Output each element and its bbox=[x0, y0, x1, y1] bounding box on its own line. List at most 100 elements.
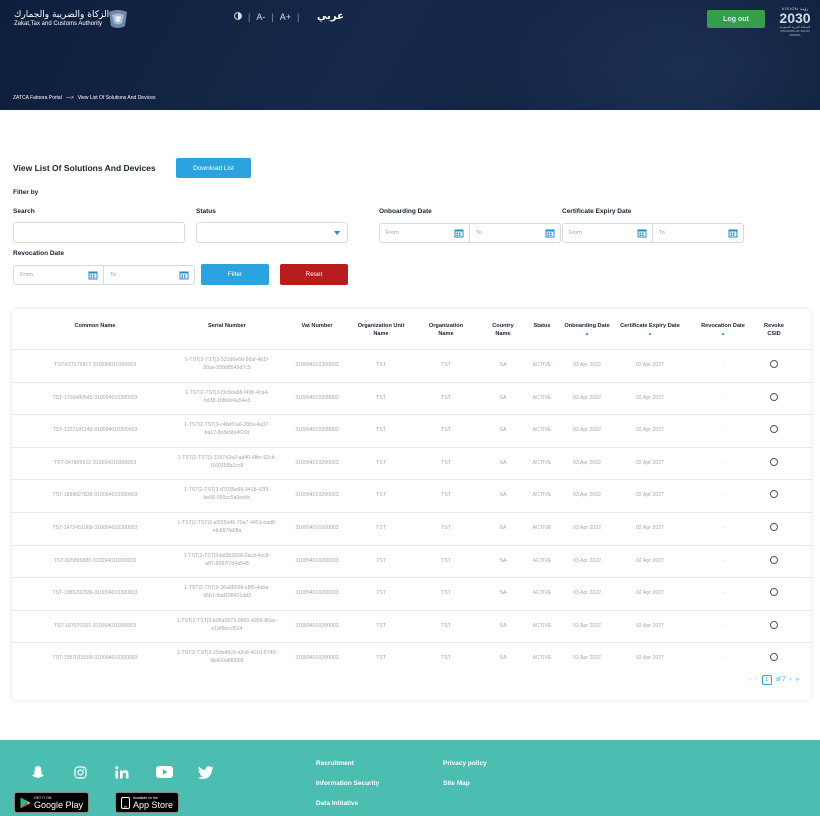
cell-onboarding-date: 03 Apr 2022 bbox=[573, 427, 601, 434]
sort-up-icon[interactable]: ▲ bbox=[585, 331, 590, 337]
calendar-icon[interactable] bbox=[637, 228, 647, 238]
serial-line-1: 1-TST|2-TST|3-c4bdf7a6-288a-4a37- bbox=[184, 422, 270, 429]
instagram-icon[interactable] bbox=[70, 764, 90, 780]
calendar-icon[interactable] bbox=[728, 228, 738, 238]
cell-country: SA bbox=[499, 459, 507, 466]
serial-line-1: 1-TST|2-TST|3-bd3b3668-2acd-4cc8- bbox=[183, 552, 271, 559]
status-select[interactable] bbox=[196, 222, 348, 243]
revoke-csid-radio[interactable] bbox=[770, 360, 778, 368]
cell-common-name: TST-577676817-310094010300003 bbox=[53, 362, 137, 368]
cell-vat-number: 310094010200003 bbox=[295, 492, 339, 499]
revoke-csid-radio[interactable] bbox=[770, 588, 778, 597]
snapchat-icon[interactable] bbox=[28, 764, 48, 780]
footer-link-information-security[interactable]: Information Security bbox=[316, 780, 379, 787]
header-expiry-date[interactable]: Certificate Expiry Date ▲ bbox=[620, 322, 680, 338]
cell-common-name: TST-1385292336-310094010300003 bbox=[52, 590, 138, 597]
cell-expiry-date: 02 Apr 2027 bbox=[636, 459, 664, 466]
zatca-logo-icon[interactable] bbox=[107, 8, 129, 30]
serial-line-2: db420a8f8088 bbox=[210, 658, 244, 665]
header-vat-number[interactable]: Vat Number bbox=[287, 322, 347, 330]
header-serial-number[interactable]: Serial Number bbox=[172, 322, 282, 330]
cell-vat-number: 310094010200003 bbox=[295, 362, 339, 368]
cell-common-name: TST-1472451068-310094010300003 bbox=[52, 525, 138, 531]
sort-up-icon[interactable]: ▲ bbox=[648, 331, 653, 337]
header-revoke-csid[interactable]: Revoke CSID bbox=[757, 322, 791, 338]
header-revocation-date[interactable]: Revocation Date ▲ bbox=[693, 322, 753, 338]
filter-button[interactable]: Filter bbox=[201, 264, 269, 285]
cell-status: ACTIVE bbox=[532, 492, 552, 499]
first-page-button[interactable]: ‹ bbox=[750, 677, 752, 683]
cell-vat-number: 310094010200003 bbox=[295, 459, 339, 466]
header-common-name[interactable]: Common Name bbox=[50, 322, 140, 330]
footer-link-data-initiative[interactable]: Data Initiative bbox=[316, 800, 358, 807]
header-onboarding-date[interactable]: Onboarding Date ▲ bbox=[557, 322, 617, 338]
calendar-icon[interactable] bbox=[454, 228, 464, 238]
sort-up-icon[interactable]: ▲ bbox=[721, 331, 726, 337]
calendar-icon[interactable] bbox=[545, 228, 555, 238]
cell-onboarding-date: 03 Apr 2022 bbox=[573, 362, 601, 368]
breadcrumb-root-link[interactable]: ZATCA Fatoora Portal bbox=[13, 95, 62, 101]
revoke-csid-radio[interactable] bbox=[770, 620, 778, 629]
current-page[interactable]: 1 bbox=[761, 675, 772, 685]
revoke-csid-radio[interactable] bbox=[770, 653, 778, 662]
app-store-big: App Store bbox=[133, 799, 174, 810]
breadcrumb-current: View List Of Solutions And Devices bbox=[77, 95, 156, 101]
calendar-icon[interactable] bbox=[179, 270, 189, 280]
revoke-csid-radio[interactable] bbox=[770, 523, 778, 531]
search-input[interactable] bbox=[13, 222, 185, 243]
header-org-unit[interactable]: Organization Unit Name bbox=[350, 322, 412, 338]
download-list-button[interactable]: Download List bbox=[176, 158, 251, 178]
revoke-csid-radio[interactable] bbox=[770, 555, 778, 564]
prev-page-button[interactable]: ‹ bbox=[756, 677, 758, 683]
onboarding-from-input[interactable]: From bbox=[379, 223, 470, 243]
org-name-english: Zakat,Tax and Customs Authority bbox=[14, 21, 103, 27]
revoke-csid-radio[interactable] bbox=[770, 490, 778, 499]
onboarding-to-input[interactable]: To bbox=[470, 223, 561, 243]
cell-org-name: TST bbox=[441, 459, 451, 466]
contrast-icon[interactable] bbox=[234, 12, 242, 22]
cell-org-unit: TST bbox=[376, 362, 386, 368]
cell-expiry-date: 02 Apr 2027 bbox=[636, 394, 664, 401]
app-store-badge[interactable]: Available on the App Store bbox=[115, 792, 180, 813]
expiry-from-input[interactable]: From bbox=[562, 223, 653, 243]
table-row: TST-1472451068-310094010300003 1-TST|2-TS… bbox=[12, 512, 811, 545]
next-page-button[interactable]: › bbox=[790, 677, 792, 683]
revocation-from-input[interactable]: From bbox=[13, 265, 104, 285]
cell-common-name: TST-505865880-310094010300003 bbox=[53, 557, 137, 564]
cell-org-name: TST bbox=[441, 492, 451, 499]
font-increase-button[interactable]: A+ bbox=[280, 12, 291, 22]
header-country[interactable]: Country Name bbox=[485, 322, 521, 338]
expiry-to-input[interactable]: To bbox=[653, 223, 744, 243]
last-page-button[interactable]: » bbox=[796, 677, 799, 683]
table-row: TST-505865880-310094010300003 1-TST|2-TST… bbox=[12, 544, 811, 578]
revocation-to-input[interactable]: To bbox=[104, 265, 195, 285]
header-status[interactable]: Status bbox=[529, 322, 555, 330]
cell-common-name: TST-1899627838-310094010300003 bbox=[52, 492, 138, 499]
logout-button[interactable]: Log out bbox=[707, 10, 765, 28]
calendar-icon[interactable] bbox=[88, 270, 98, 280]
cell-org-name: TST bbox=[441, 394, 451, 401]
cell-country: SA bbox=[499, 427, 507, 434]
cell-vat-number: 310094010200003 bbox=[295, 394, 339, 401]
footer-link-privacy-policy[interactable]: Privacy policy bbox=[443, 760, 487, 767]
cell-expiry-date: 02 Apr 2027 bbox=[636, 427, 664, 434]
revoke-csid-radio[interactable] bbox=[770, 425, 778, 434]
twitter-icon[interactable] bbox=[196, 764, 216, 780]
footer-link-recruitment[interactable]: Recruitment bbox=[316, 760, 354, 767]
footer-link-site-map[interactable]: Site Map bbox=[443, 780, 470, 787]
expiry-date-label: Certificate Expiry Date bbox=[562, 208, 632, 215]
google-play-badge[interactable]: GET IT ON Google Play bbox=[14, 792, 90, 813]
cell-status: ACTIVE bbox=[532, 557, 552, 564]
revoke-csid-radio[interactable] bbox=[770, 457, 778, 466]
font-decrease-button[interactable]: A- bbox=[256, 12, 265, 22]
revoke-csid-radio[interactable] bbox=[770, 392, 778, 401]
cell-onboarding-date: 03 Apr 2022 bbox=[573, 525, 601, 531]
cell-serial-number: 1-TST|2-TST|3-b06a9673-08d3-4958-86ac-e1… bbox=[162, 617, 292, 633]
language-toggle[interactable]: عربي bbox=[317, 11, 344, 22]
reset-button[interactable]: Reset bbox=[280, 264, 348, 285]
linkedin-icon[interactable] bbox=[112, 764, 132, 780]
from-placeholder: From bbox=[386, 230, 399, 236]
youtube-icon[interactable] bbox=[154, 764, 174, 780]
header-org-name[interactable]: Organization Name bbox=[422, 322, 470, 338]
cell-org-name: TST bbox=[441, 655, 451, 662]
